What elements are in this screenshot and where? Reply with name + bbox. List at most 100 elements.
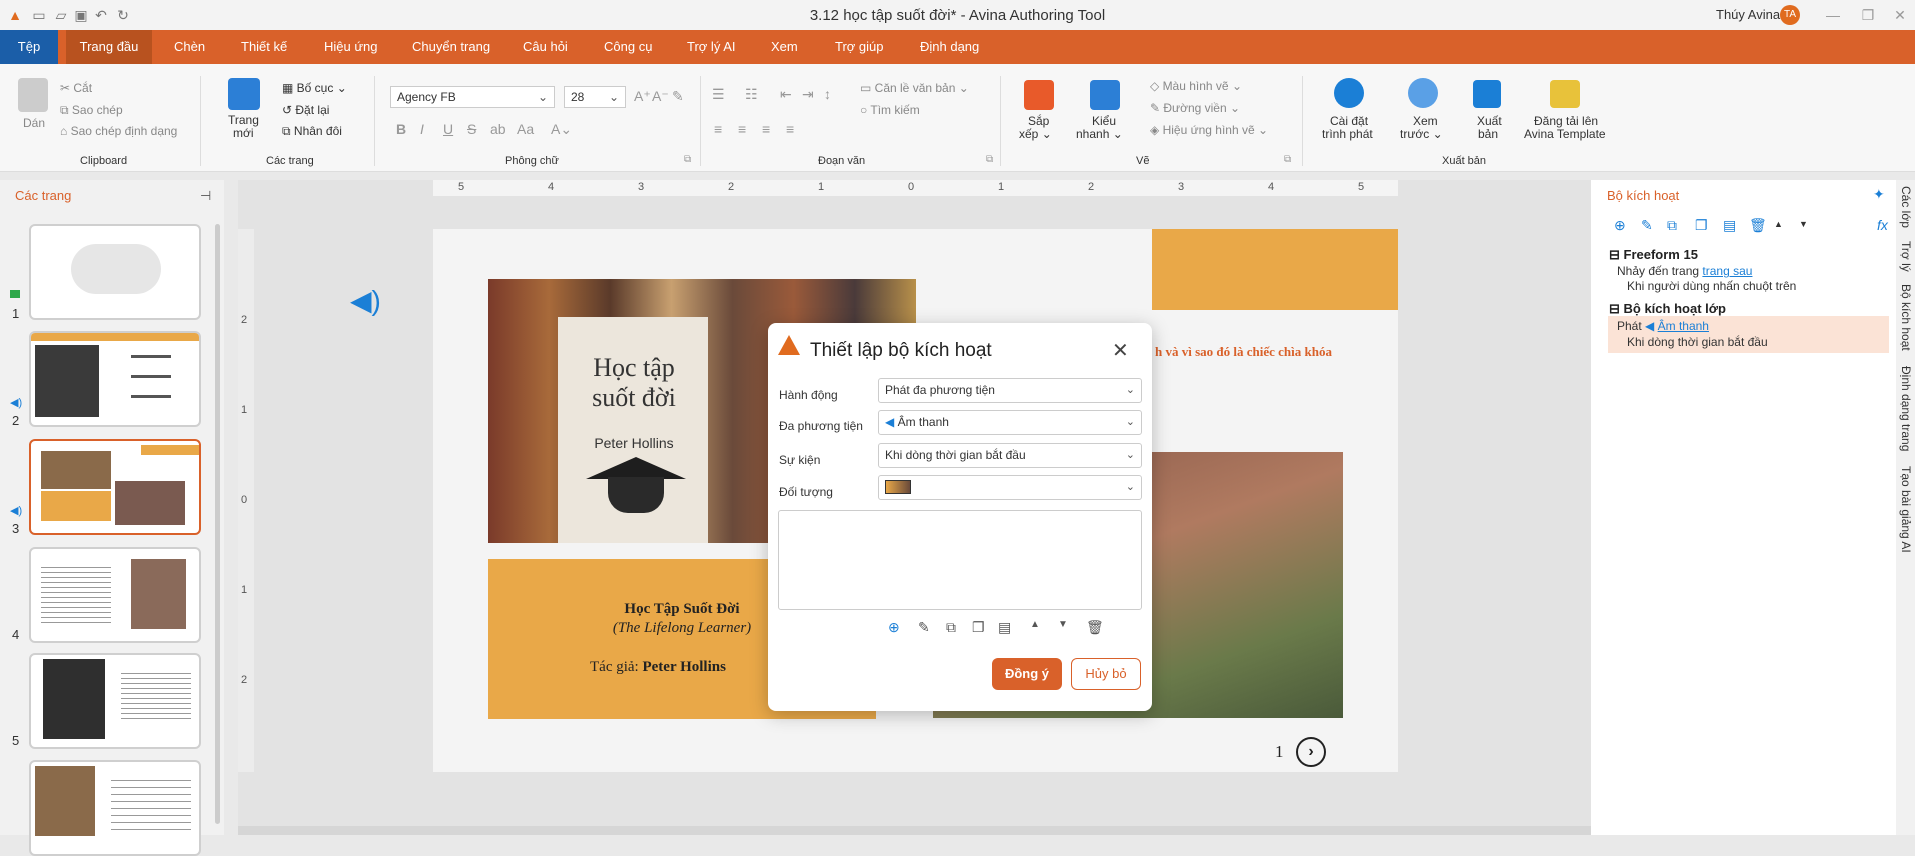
draw-dialog-launcher-icon[interactable]: ⧉ [1284, 154, 1291, 165]
minimize-icon[interactable]: — [1822, 6, 1844, 24]
ok-button[interactable]: Đồng ý [992, 658, 1062, 690]
quick-style-button-line2[interactable]: nhanh ⌄ [1076, 127, 1123, 141]
layout-button[interactable]: ▦ Bố cục ⌄ [282, 81, 347, 95]
duplicate-trigger-icon[interactable]: ❐ [1695, 217, 1708, 234]
copy-button[interactable]: ⧉ Sao chép [60, 103, 123, 118]
change-case-icon[interactable]: Aa [517, 121, 534, 137]
quick-style-icon[interactable] [1090, 80, 1120, 110]
line-spacing-icon[interactable]: ↕ [824, 86, 831, 102]
copy-format-button[interactable]: ⌂ Sao chép định dạng [60, 124, 177, 138]
next-page-button[interactable]: › [1296, 737, 1326, 767]
upload-template-button[interactable]: Đăng tải lên [1534, 114, 1598, 128]
cancel-button[interactable]: Hủy bỏ [1071, 658, 1141, 690]
shape-color-button[interactable]: ◇ Màu hình vẽ ⌄ [1150, 79, 1242, 93]
arrange-icon[interactable] [1024, 80, 1054, 110]
paste-icon[interactable] [18, 78, 48, 112]
event-select[interactable]: Khi dòng thời gian bắt đầu ⌄ [878, 443, 1142, 468]
numbering-icon[interactable]: ☷ [745, 86, 758, 103]
increase-font-icon[interactable]: A⁺ [634, 88, 651, 105]
duplicate-condition-icon[interactable]: ❐ [972, 619, 985, 636]
menu-view[interactable]: Xem [763, 30, 806, 64]
tab-layers[interactable]: Các lớp [1899, 186, 1913, 228]
quick-style-button[interactable]: Kiểu [1092, 114, 1116, 128]
tab-triggers[interactable]: Bộ kích hoạt [1899, 284, 1913, 351]
justify-icon[interactable]: ≡ [786, 121, 794, 137]
align-center-icon[interactable]: ≡ [738, 121, 746, 137]
find-button[interactable]: ○ Tìm kiếm [860, 103, 920, 117]
avatar[interactable]: TA [1780, 5, 1800, 25]
delete-condition-icon[interactable]: 🗑 [1086, 619, 1104, 636]
menu-home[interactable]: Trang đầu [66, 30, 152, 64]
underline-icon[interactable]: U [443, 121, 453, 137]
font-dialog-launcher-icon[interactable]: ⧉ [684, 154, 691, 165]
paste-trigger-icon[interactable]: ▤ [1723, 217, 1736, 234]
edit-trigger-icon[interactable]: ✎ [1641, 217, 1653, 234]
font-family-select[interactable]: Agency FB ⌄ [390, 86, 555, 108]
preview-button-line2[interactable]: trước ⌄ [1400, 127, 1443, 141]
menu-insert[interactable]: Chèn [166, 30, 213, 64]
player-settings-button-line2[interactable]: trình phát [1322, 127, 1373, 141]
menu-transition[interactable]: Chuyển trang [404, 30, 498, 64]
pin-icon[interactable]: ✦ [1873, 186, 1885, 203]
paste-condition-icon[interactable]: ▤ [998, 619, 1011, 636]
arrange-button-line2[interactable]: xếp ⌄ [1019, 127, 1052, 141]
menu-effects[interactable]: Hiệu ứng [316, 30, 386, 64]
delete-trigger-icon[interactable]: 🗑 [1749, 217, 1767, 234]
move-up-icon[interactable]: ▲ [1030, 619, 1040, 630]
shape-effect-button[interactable]: ◈ Hiệu ứng hình vẽ ⌄ [1150, 123, 1268, 137]
move-down-icon[interactable]: ▼ [1799, 219, 1808, 229]
close-icon[interactable]: ✕ [1112, 338, 1129, 363]
paragraph-dialog-launcher-icon[interactable]: ⧉ [986, 154, 993, 165]
new-page-icon[interactable] [228, 78, 260, 110]
condition-list[interactable] [778, 510, 1142, 610]
page-thumbnail[interactable] [29, 547, 201, 643]
duplicate-button[interactable]: ⧉ Nhân đôi [282, 124, 342, 139]
menu-file[interactable]: Tệp [0, 30, 58, 64]
media-select[interactable]: ◀ Âm thanh ⌄ [878, 410, 1142, 435]
menu-format[interactable]: Định dạng [912, 30, 987, 64]
page-thumbnail[interactable] [29, 653, 201, 749]
trigger-item-jump[interactable]: Nhảy đến trang trang sau [1617, 264, 1752, 278]
page-thumbnail[interactable] [29, 224, 201, 320]
page-thumbnail[interactable] [29, 760, 201, 856]
new-page-button[interactable]: Trang [228, 113, 259, 127]
reset-button[interactable]: ↺ Đặt lại [282, 103, 329, 117]
audio-link[interactable]: Âm thanh [1658, 319, 1709, 333]
outline-button[interactable]: ✎ Đường viền ⌄ [1150, 101, 1240, 115]
export-button[interactable]: Xuất [1477, 114, 1502, 128]
canvas-scrollbar[interactable] [238, 826, 1592, 835]
decrease-indent-icon[interactable]: ⇤ [780, 86, 792, 103]
player-settings-icon[interactable] [1334, 78, 1364, 108]
bullets-icon[interactable]: ☰ [712, 86, 725, 103]
export-button-line2[interactable]: bản [1478, 127, 1498, 141]
menu-help[interactable]: Trợ giúp [827, 30, 892, 64]
pin-icon[interactable]: ⊣ [200, 188, 211, 204]
upload-template-button-line2[interactable]: Avina Template [1524, 127, 1606, 141]
font-size-select[interactable]: 28 ⌄ [564, 86, 626, 108]
page-thumbnail-selected[interactable] [29, 439, 201, 535]
text-effect-icon[interactable]: ab [490, 121, 506, 137]
tab-assistant[interactable]: Trợ lý [1899, 241, 1913, 272]
tab-page-format[interactable]: Định dạng trang [1899, 366, 1913, 451]
menu-question[interactable]: Câu hỏi [515, 30, 576, 64]
arrange-button[interactable]: Sắp [1028, 114, 1049, 128]
trigger-group-layer[interactable]: ⊟ Bộ kích hoạt lớp [1609, 301, 1726, 317]
maximize-icon[interactable]: ❐ [1857, 6, 1879, 24]
preview-button[interactable]: Xem [1413, 114, 1438, 128]
upload-template-icon[interactable] [1550, 80, 1580, 108]
add-trigger-icon[interactable]: ⊕ [1614, 217, 1626, 234]
clear-format-icon[interactable]: ✎ [672, 88, 684, 105]
font-color-icon[interactable]: A⌄ [551, 121, 572, 138]
preview-icon[interactable] [1408, 78, 1438, 108]
align-text-button[interactable]: ▭ Căn lề văn bản ⌄ [860, 81, 969, 95]
copy-trigger-icon[interactable]: ⧉ [1667, 217, 1677, 234]
italic-icon[interactable]: I [420, 121, 424, 137]
move-up-icon[interactable]: ▲ [1774, 219, 1783, 229]
copy-condition-icon[interactable]: ⧉ [946, 619, 956, 636]
add-condition-icon[interactable]: ⊕ [888, 619, 900, 636]
audio-object-icon[interactable]: ◀) [350, 284, 381, 317]
menu-tools[interactable]: Công cụ [596, 30, 660, 64]
next-page-link[interactable]: trang sau [1702, 264, 1752, 278]
page-thumbnail[interactable] [29, 331, 201, 427]
trigger-group-freeform[interactable]: ⊟ Freeform 15 [1609, 247, 1698, 263]
